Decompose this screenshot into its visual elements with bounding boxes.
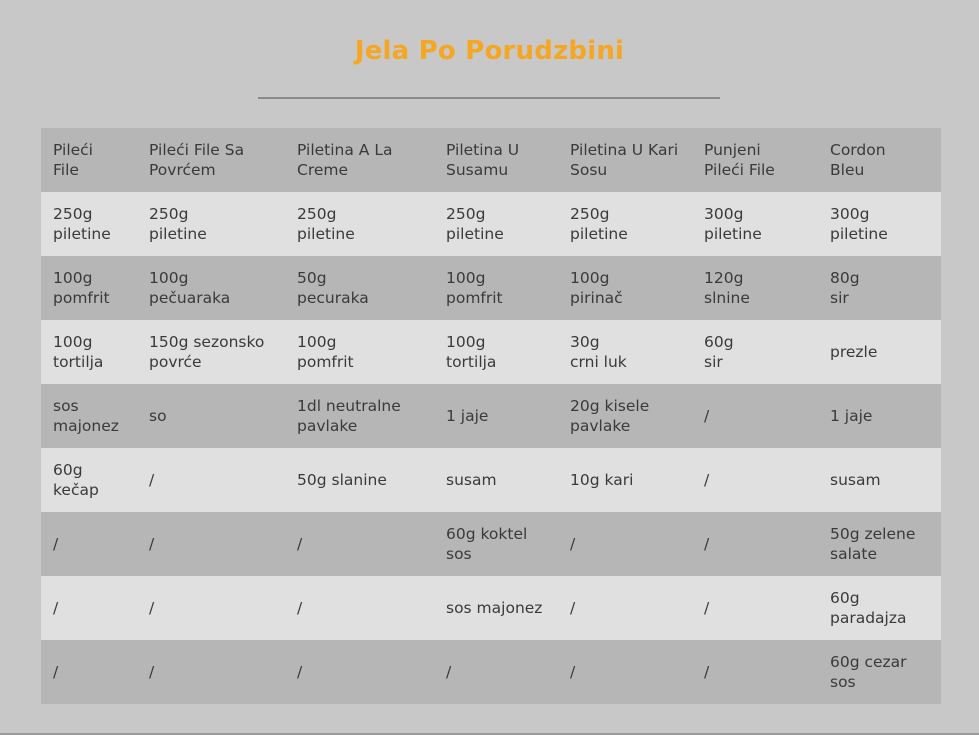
table-cell: / [53,599,59,617]
table-cell: 250g piletine [53,205,111,243]
column-header-pileci-file: Pileći File [53,141,93,179]
table-cell: 100g pomfrit [446,269,503,307]
table-cell: 100g pomfrit [297,333,354,371]
table-cell: 10g kari [570,471,634,489]
table-cell: / [53,535,59,553]
table-cell: / [446,663,452,681]
table-cell: / [297,663,303,681]
table-row: 60g kečap / 50g slanine susam 10g kari /… [41,448,941,512]
table-cell: / [704,407,710,425]
table-cell: 80g sir [830,269,860,307]
table-cell: 100g tortilja [446,333,497,371]
table-row: 250g piletine 250g piletine 250g piletin… [41,192,941,256]
table-cell: / [704,471,710,489]
menu-table: Pileći File Pileći File Sa Povrćem Pilet… [41,128,941,704]
table-cell: prezle [830,343,878,361]
table-cell: 1dl neutralne pavlake [297,397,401,435]
column-header-punjeni-pileci-file: Punjeni Pileći File [704,141,775,179]
column-header-pileci-file-sa-povrcem: Pileći File Sa Povrćem [149,141,245,179]
table-row: / / / / / / 60g cezar sos [41,640,941,704]
table-cell: 60g kečap [53,461,99,499]
table-cell: / [570,535,576,553]
table-cell: 250g piletine [297,205,355,243]
table-cell: 60g koktel sos [446,525,528,563]
table-cell: / [704,663,710,681]
table-cell: 100g pirinač [570,269,623,307]
table-cell: / [149,599,155,617]
table-cell: 150g sezonsko povrće [149,333,265,371]
table-cell: susam [830,471,881,489]
table-cell: / [704,535,710,553]
table-cell: 20g kisele pavlake [570,397,650,435]
table-cell: / [570,663,576,681]
table-cell: 100g pomfrit [53,269,110,307]
table-cell: 250g piletine [149,205,207,243]
column-header-piletina-u-susamu: Piletina U Susamu [446,141,520,179]
table-cell: sos majonez [53,397,119,435]
table-cell: 60g paradajza [830,589,907,627]
table-cell: / [149,535,155,553]
column-header-cordon-bleu: Cordon Bleu [830,141,886,179]
table-cell: 300g piletine [704,205,762,243]
table-cell: / [53,663,59,681]
table-cell: sos majonez [446,599,543,617]
table-cell: 60g cezar sos [830,653,907,691]
table-cell: 100g tortilja [53,333,104,371]
title-divider [258,97,720,99]
table-header-row: Pileći File Pileći File Sa Povrćem Pilet… [41,128,941,192]
table-cell: 100g pečuaraka [149,269,231,307]
table-cell: / [149,471,155,489]
table-cell: so [149,407,167,425]
table-cell: 50g pecuraka [297,269,369,307]
column-header-piletina-u-kari-sosu: Piletina U Kari Sosu [570,141,679,179]
table-cell: 1 jaje [446,407,489,425]
table-cell: susam [446,471,497,489]
table-cell: / [297,535,303,553]
table-cell: 120g slnine [704,269,750,307]
table-row: 100g tortilja 150g sezonsko povrće 100g … [41,320,941,384]
table-cell: 300g piletine [830,205,888,243]
table-cell: 50g slanine [297,471,387,489]
table-cell: 30g crni luk [570,333,627,371]
table-cell: 1 jaje [830,407,873,425]
table-cell: 250g piletine [446,205,504,243]
table-cell: / [297,599,303,617]
table-cell: 250g piletine [570,205,628,243]
column-header-piletina-a-la-creme: Piletina A La Creme [297,141,393,179]
table-row: / / / sos majonez / / 60g paradajza [41,576,941,640]
page-title: Jela Po Porudzbini [354,36,625,66]
table-cell: / [704,599,710,617]
table-cell: / [149,663,155,681]
table-cell: / [570,599,576,617]
table-cell: 50g zelene salate [830,525,916,563]
table-row: / / / 60g koktel sos / / 50g zelene sala… [41,512,941,576]
table-cell: 60g sir [704,333,734,371]
table-row: sos majonez so 1dl neutralne pavlake 1 j… [41,384,941,448]
table-row: 100g pomfrit 100g pečuaraka 50g pecuraka… [41,256,941,320]
